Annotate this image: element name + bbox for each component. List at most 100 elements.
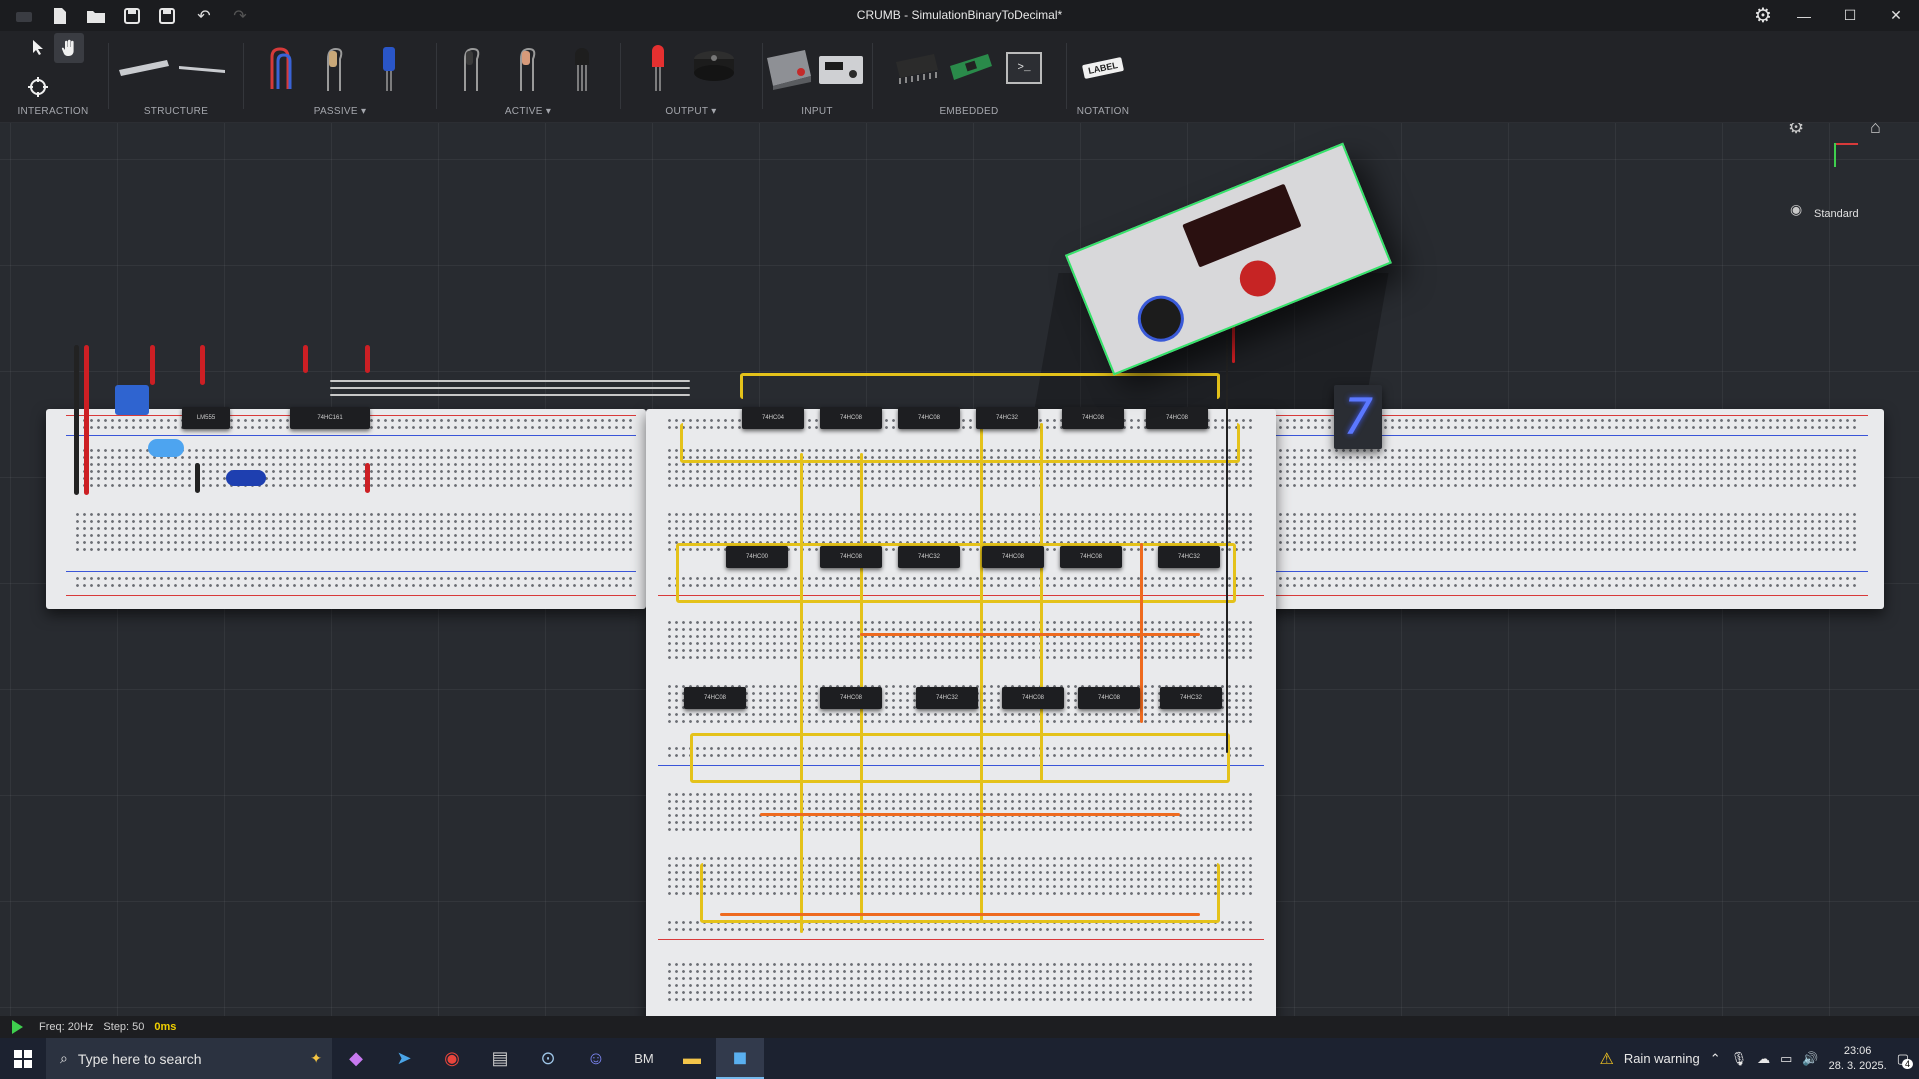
jumper-red[interactable] (200, 345, 205, 385)
ic-chip[interactable]: 74HC32 (1158, 546, 1220, 568)
close-button[interactable]: ✕ (1873, 0, 1919, 31)
function-generator-tool-icon[interactable] (816, 41, 866, 95)
viewport-settings-gear-icon[interactable]: ⚙ (1788, 123, 1804, 138)
view-mode-label[interactable]: Standard (1814, 208, 1859, 220)
ic-chip[interactable]: 74HC08 (898, 407, 960, 429)
maximize-button[interactable]: ☐ (1827, 0, 1873, 31)
seven-segment-display[interactable]: 7 (1334, 385, 1382, 449)
capacitor-blue[interactable] (226, 470, 266, 486)
ic-chip[interactable]: 74HC00 (726, 546, 788, 568)
cloud-icon[interactable]: ☁ (1757, 1051, 1770, 1067)
ic-chip[interactable]: 74HC08 (820, 407, 882, 429)
3d-viewport[interactable]: LM555 74HC161 7 74HC04 74HC08 74HC08 74H… (0, 123, 1919, 1016)
undo-icon[interactable]: ↶ (188, 0, 220, 31)
jumper-red[interactable] (365, 463, 370, 493)
play-icon[interactable] (12, 1020, 23, 1034)
breadboard-left[interactable] (46, 409, 646, 609)
resistor-tool-icon[interactable] (311, 41, 355, 95)
weather-warning-icon[interactable]: ⚠ (1599, 1049, 1613, 1069)
jumper-red[interactable] (150, 345, 155, 385)
breadboard-right[interactable] (1232, 409, 1884, 609)
transistor-tool-icon[interactable] (560, 41, 604, 95)
microcontroller-board-tool-icon[interactable] (946, 41, 996, 95)
ic-chip[interactable]: 74HC32 (976, 407, 1038, 429)
volume-icon[interactable]: 🔊 (1802, 1051, 1818, 1067)
group-label-output[interactable]: OUTPUT ▾ (622, 106, 760, 117)
wire-gray[interactable] (330, 394, 690, 396)
led-tool-icon[interactable] (636, 41, 680, 95)
ic-chip[interactable]: 74HC32 (916, 687, 978, 709)
notification-icon[interactable]: ▢ 4 (1897, 1051, 1913, 1069)
ic-chip[interactable]: 74HC32 (898, 546, 960, 568)
discord-icon[interactable]: ☺ (572, 1038, 620, 1079)
new-file-icon[interactable] (44, 0, 76, 31)
jumper-red[interactable] (365, 345, 370, 373)
potentiometer[interactable] (115, 385, 149, 415)
ic-chip[interactable]: 74HC08 (1002, 687, 1064, 709)
target-crosshair-icon[interactable] (24, 73, 52, 101)
ic-chip-tool-icon[interactable] (892, 41, 942, 95)
redo-icon[interactable]: ↷ (224, 0, 256, 31)
dc-power-supply-tool-icon[interactable] (764, 41, 814, 95)
network-icon[interactable]: ▭ (1780, 1051, 1792, 1067)
wire-black[interactable] (1226, 333, 1228, 753)
label-tool-icon[interactable]: LABEL (1078, 41, 1128, 95)
taskbar-search[interactable]: ⌕ Type here to search ✦ (46, 1038, 332, 1079)
settings-gear-icon[interactable]: ⚙ (1743, 0, 1783, 31)
ic-chip-555[interactable]: LM555 (182, 407, 230, 429)
group-label-passive[interactable]: PASSIVE ▾ (245, 106, 435, 117)
home-view-icon[interactable]: ⌂ (1870, 123, 1881, 138)
chevron-up-icon[interactable]: ⌃ (1710, 1051, 1721, 1067)
wire-gray[interactable] (330, 380, 690, 382)
open-folder-icon[interactable] (80, 0, 112, 31)
weather-text[interactable]: Rain warning (1624, 1051, 1700, 1066)
copilot-sparkle-icon[interactable]: ✦ (310, 1050, 322, 1067)
terminal-tool-icon[interactable]: >_ (1002, 41, 1046, 95)
ic-chip[interactable]: 74HC08 (982, 546, 1044, 568)
clock[interactable]: 23:06 28. 3. 2025. (1829, 1044, 1887, 1074)
capacitor-electrolytic[interactable] (148, 439, 184, 457)
wire-bundle-yellow[interactable] (740, 373, 1220, 399)
windows-start-icon[interactable] (0, 1038, 46, 1079)
breadboard-center[interactable] (646, 409, 1276, 1016)
ic-chip[interactable]: 74HC32 (1160, 687, 1222, 709)
save-as-icon[interactable] (152, 0, 184, 31)
hand-tool-icon[interactable] (54, 33, 84, 63)
jumper-red[interactable] (84, 345, 89, 495)
file-explorer-icon[interactable]: ▬ (668, 1038, 716, 1079)
ic-chip[interactable]: 74HC08 (1062, 407, 1124, 429)
app-bm-icon[interactable]: BM (620, 1038, 668, 1079)
wire-orange[interactable] (720, 913, 1200, 916)
steam-icon[interactable]: ⊙ (524, 1038, 572, 1079)
chrome-icon[interactable]: ◉ (428, 1038, 476, 1079)
ic-chip[interactable]: 74HC08 (1078, 687, 1140, 709)
zener-diode-tool-icon[interactable] (504, 41, 548, 95)
ic-chip[interactable]: 74HC08 (820, 687, 882, 709)
wire-orange[interactable] (760, 813, 1180, 816)
ic-chip[interactable]: 74HC08 (1146, 407, 1208, 429)
minimize-button[interactable]: — (1781, 0, 1827, 31)
ic-chip[interactable]: 74HC08 (684, 687, 746, 709)
psu-red-terminal[interactable] (1234, 255, 1282, 302)
wire-gray[interactable] (330, 387, 690, 389)
jumper-wire-tool-icon[interactable] (259, 41, 303, 95)
app-printer-icon[interactable]: ▤ (476, 1038, 524, 1079)
breadboard-half-tool-icon[interactable] (174, 41, 230, 95)
select-arrow-icon[interactable] (26, 35, 50, 59)
wire-bundle-yellow[interactable] (690, 733, 1230, 783)
wire-yellow-vertical[interactable] (800, 453, 803, 933)
ic-chip[interactable]: 74HC08 (820, 546, 882, 568)
ic-chip-counter[interactable]: 74HC161 (290, 407, 370, 429)
wire-yellow-vertical[interactable] (1040, 423, 1043, 783)
psu-knob[interactable] (1130, 288, 1191, 349)
breadboard-tool-icon[interactable] (116, 41, 172, 95)
wire-bundle-yellow[interactable] (680, 423, 1240, 463)
ic-chip[interactable]: 74HC04 (742, 407, 804, 429)
jumper-black[interactable] (195, 463, 200, 493)
eye-icon[interactable]: ◉ (1790, 201, 1802, 218)
copilot-app-icon[interactable]: ◆ (332, 1038, 380, 1079)
capacitor-tool-icon[interactable] (367, 41, 411, 95)
crumb-app-icon[interactable]: ◼ (716, 1038, 764, 1079)
jumper-black[interactable] (74, 345, 79, 495)
ic-chip[interactable]: 74HC08 (1060, 546, 1122, 568)
